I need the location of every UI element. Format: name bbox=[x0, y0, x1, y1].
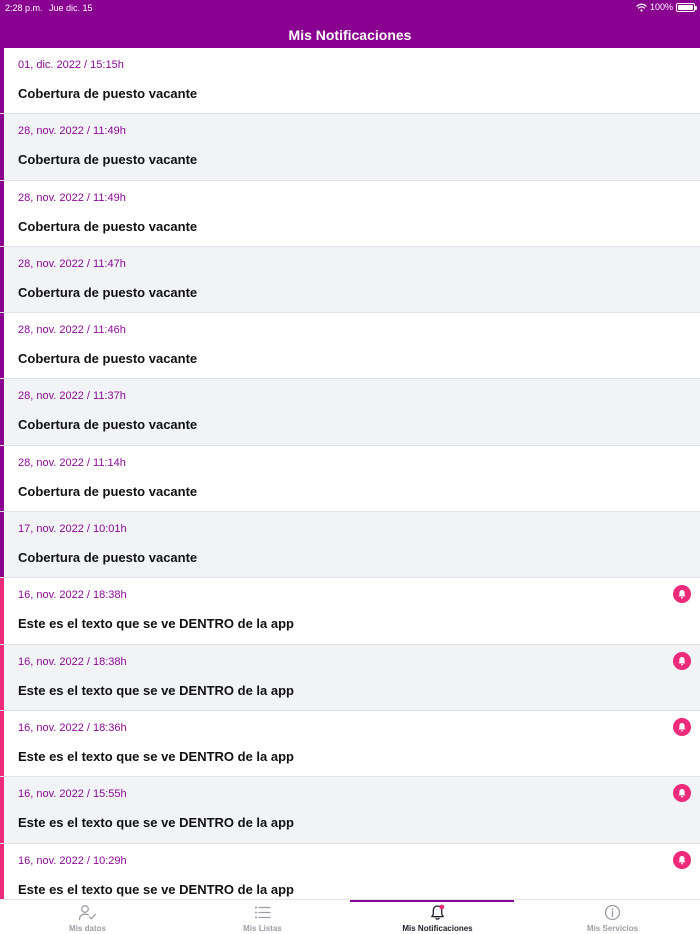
notification-date: 28, nov. 2022 / 11:49h bbox=[18, 125, 126, 138]
notification-date: 01, dic. 2022 / 15:15h bbox=[18, 59, 124, 71]
notification-title: Cobertura de puesto vacante bbox=[18, 550, 198, 566]
status-indicator-bar bbox=[0, 180, 4, 246]
status-indicator-bar bbox=[0, 578, 4, 644]
status-indicator-bar bbox=[0, 777, 4, 843]
notification-list[interactable]: 01, dic. 2022 / 15:15h Cobertura de puest… bbox=[0, 48, 700, 899]
notification-date: 28, nov. 2022 / 11:37h bbox=[18, 390, 126, 403]
list-icon bbox=[253, 904, 272, 921]
status-indicator-bar bbox=[0, 710, 4, 777]
status-time: 2:28 p.m. bbox=[5, 3, 43, 13]
notification-date: 16, nov. 2022 / 18:38h bbox=[18, 589, 127, 602]
active-tab-indicator bbox=[350, 900, 514, 902]
notification-title: Este es el texto que se ve DENTRO de la … bbox=[18, 881, 294, 897]
tab-mis-notificaciones[interactable]: Mis Notificaciones bbox=[350, 900, 525, 934]
unread-bell-icon bbox=[673, 850, 691, 869]
notification-title: Cobertura de puesto vacante bbox=[18, 351, 198, 367]
notification-date: 28, nov. 2022 / 11:49h bbox=[18, 191, 126, 204]
notification-title: Este es el texto que se ve DENTRO de la … bbox=[18, 748, 294, 764]
notification-item[interactable]: 28, nov. 2022 / 11:47h Cobertura de puest… bbox=[0, 246, 700, 314]
status-indicator-bar bbox=[0, 644, 4, 710]
notification-title: Cobertura de puesto vacante bbox=[18, 218, 198, 234]
tab-label: Mis Listas bbox=[243, 924, 282, 933]
tab-mis-servicios[interactable]: Mis Servicios bbox=[525, 900, 700, 934]
status-indicator-bar bbox=[0, 512, 4, 578]
notification-item[interactable]: 28, nov. 2022 / 11:14h Cobertura de puest… bbox=[0, 445, 700, 513]
status-indicators: 100% bbox=[636, 2, 697, 12]
wifi-icon bbox=[636, 3, 647, 12]
tab-bar: Mis datos Mis Listas Mis Notificaciones Mis… bbox=[0, 899, 700, 934]
unread-bell-icon bbox=[673, 585, 691, 604]
notification-date: 28, nov. 2022 / 11:14h bbox=[18, 456, 126, 469]
info-icon bbox=[603, 904, 622, 921]
status-indicator-bar bbox=[0, 114, 4, 180]
notification-item[interactable]: 17, nov. 2022 / 10:01h Cobertura de puest… bbox=[0, 512, 700, 579]
tab-mis-datos[interactable]: Mis datos bbox=[0, 900, 175, 934]
notification-item[interactable]: 28, nov. 2022 / 11:49h Cobertura de puest… bbox=[0, 114, 700, 181]
status-indicator-bar bbox=[0, 445, 4, 512]
bell-icon bbox=[428, 904, 447, 921]
status-indicator-bar bbox=[0, 379, 4, 445]
notification-date: 17, nov. 2022 / 10:01h bbox=[18, 523, 127, 536]
notification-date: 16, nov. 2022 / 10:29h bbox=[18, 854, 127, 867]
notification-date: 16, nov. 2022 / 15:55h bbox=[18, 788, 127, 801]
tab-label: Mis Notificaciones bbox=[402, 924, 473, 933]
notification-title: Cobertura de puesto vacante bbox=[18, 417, 198, 433]
status-indicator-bar bbox=[0, 843, 4, 899]
notification-item[interactable]: 16, nov. 2022 / 18:38h Este es el texto q… bbox=[0, 578, 700, 645]
notification-item[interactable]: 01, dic. 2022 / 15:15h Cobertura de puest… bbox=[0, 48, 700, 115]
notification-item[interactable]: 28, nov. 2022 / 11:37h Cobertura de puest… bbox=[0, 379, 700, 446]
notification-item[interactable]: 16, nov. 2022 / 10:29h Este es el texto q… bbox=[0, 843, 700, 899]
battery-icon bbox=[676, 2, 697, 12]
notification-title: Cobertura de puesto vacante bbox=[18, 284, 198, 300]
notification-item[interactable]: 16, nov. 2022 / 18:36h Este es el texto q… bbox=[0, 710, 700, 778]
notification-title: Cobertura de puesto vacante bbox=[18, 86, 198, 101]
page-title: Mis Notificaciones bbox=[288, 27, 412, 43]
notification-date: 28, nov. 2022 / 11:47h bbox=[18, 257, 126, 270]
notification-item[interactable]: 28, nov. 2022 / 11:46h Cobertura de puest… bbox=[0, 313, 700, 380]
notification-title: Este es el texto que se ve DENTRO de la … bbox=[18, 616, 294, 632]
status-indicator-bar bbox=[0, 48, 4, 114]
battery-percent: 100% bbox=[649, 2, 673, 12]
notification-item[interactable]: 16, nov. 2022 / 15:55h Este es el texto q… bbox=[0, 777, 700, 844]
header: 2:28 p.m. Jue dic. 15 100% Mis Notificac… bbox=[0, 0, 700, 48]
notification-title: Cobertura de puesto vacante bbox=[18, 152, 198, 168]
notification-date: 16, nov. 2022 / 18:38h bbox=[18, 655, 127, 668]
tab-mis-listas[interactable]: Mis Listas bbox=[175, 900, 350, 934]
unread-bell-icon bbox=[673, 717, 691, 736]
notification-date: 28, nov. 2022 / 11:46h bbox=[18, 324, 126, 337]
status-bar: 2:28 p.m. Jue dic. 15 100% bbox=[0, 0, 700, 16]
notification-item[interactable]: 28, nov. 2022 / 11:49h Cobertura de puest… bbox=[0, 180, 700, 247]
status-indicator-bar bbox=[0, 313, 4, 379]
status-indicator-bar bbox=[0, 246, 4, 313]
status-date: Jue dic. 15 bbox=[49, 3, 93, 13]
tab-label: Mis Servicios bbox=[586, 924, 639, 933]
unread-bell-icon bbox=[673, 651, 691, 670]
notification-title: Cobertura de puesto vacante bbox=[18, 483, 198, 499]
unread-bell-icon bbox=[673, 784, 691, 803]
notification-item[interactable]: 16, nov. 2022 / 18:38h Este es el texto q… bbox=[0, 644, 700, 711]
tab-label: Mis datos bbox=[69, 924, 106, 933]
person-check-icon bbox=[78, 904, 97, 921]
notification-title: Este es el texto que se ve DENTRO de la … bbox=[18, 682, 294, 698]
notification-date: 16, nov. 2022 / 18:36h bbox=[18, 721, 127, 734]
notification-title: Este es el texto que se ve DENTRO de la … bbox=[18, 815, 294, 831]
